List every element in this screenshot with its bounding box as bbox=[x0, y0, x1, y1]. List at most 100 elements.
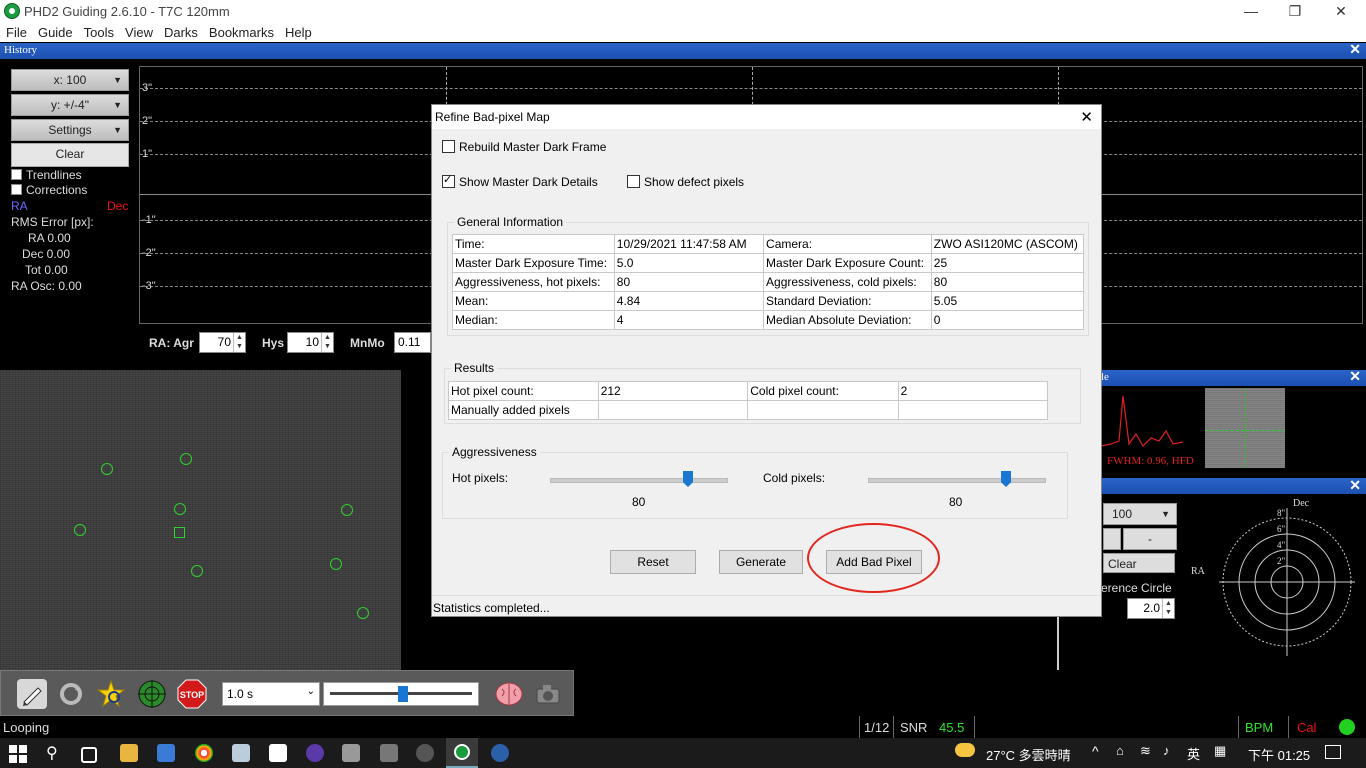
camera-settings-icon[interactable] bbox=[533, 679, 563, 709]
rebuild-master-dark-checkbox[interactable]: Rebuild Master Dark Frame bbox=[442, 140, 606, 154]
exposure-dropdown[interactable]: 1.0 s ⌄ bbox=[222, 682, 320, 706]
file-explorer-icon[interactable] bbox=[120, 744, 138, 762]
maximize-button[interactable]: ❐ bbox=[1272, 0, 1318, 22]
ref-circle-input[interactable]: 2.0 ▲ ▼ bbox=[1127, 598, 1175, 619]
show-defect-pixels-checkbox[interactable]: Show defect pixels bbox=[627, 175, 744, 189]
telescope-app-icon[interactable] bbox=[342, 744, 360, 762]
mnmo-input[interactable]: 0.11 bbox=[394, 332, 431, 353]
menu-tools[interactable]: Tools bbox=[78, 22, 119, 40]
target-clear-button[interactable]: Clear bbox=[1103, 553, 1175, 573]
divider bbox=[1288, 716, 1289, 738]
menu-darks[interactable]: Darks bbox=[158, 22, 203, 40]
y-scale-dropdown[interactable]: y: +/-4" ▼ bbox=[11, 94, 129, 116]
ra-agr-input[interactable]: 70 ▲ ▼ bbox=[199, 332, 246, 353]
status-bar: Looping 1/12 SNR 45.5 BPM Cal bbox=[0, 716, 1366, 738]
network-icon[interactable]: ⌂ bbox=[1116, 743, 1124, 758]
frame-counter: 1/12 bbox=[864, 720, 890, 735]
show-master-dark-details-checkbox[interactable]: Show Master Dark Details bbox=[442, 173, 598, 189]
chevron-up-icon[interactable]: ^ bbox=[1092, 743, 1099, 759]
trendlines-checkbox[interactable]: Trendlines bbox=[11, 168, 82, 182]
notepad-icon[interactable] bbox=[232, 744, 250, 762]
stop-icon[interactable]: STOP bbox=[177, 679, 207, 709]
auto-select-star-icon[interactable] bbox=[96, 679, 126, 709]
chevron-down-icon: ▼ bbox=[1161, 509, 1170, 519]
hot-pixels-slider-track[interactable] bbox=[550, 478, 728, 483]
cold-pixels-value: 80 bbox=[949, 495, 963, 509]
table-cell: 10/29/2021 11:47:58 AM bbox=[613, 234, 765, 254]
zoom-minus-button[interactable]: - bbox=[1123, 528, 1177, 550]
reference-circle-checkbox-label: erence Circle bbox=[1101, 581, 1172, 595]
spin-arrows-icon[interactable]: ▲ ▼ bbox=[1162, 599, 1174, 618]
weather-text[interactable]: 27°C 多雲時晴 bbox=[986, 745, 1071, 764]
close-window-button[interactable]: ✕ bbox=[1318, 0, 1364, 22]
corrections-checkbox[interactable]: Corrections bbox=[11, 183, 87, 197]
hys-input[interactable]: 10 ▲ ▼ bbox=[287, 332, 334, 353]
crosshair bbox=[1205, 430, 1285, 431]
clock[interactable]: 下午 01:25 bbox=[1248, 745, 1310, 764]
hot-pixels-label: Hot pixels: bbox=[452, 471, 509, 485]
cold-pixels-slider-track[interactable] bbox=[868, 478, 1046, 483]
app-icon[interactable] bbox=[491, 744, 509, 762]
exposure-value: 1.0 s bbox=[227, 687, 254, 701]
chrome-icon[interactable] bbox=[195, 744, 213, 762]
x-scale-dropdown[interactable]: x: 100 ▼ bbox=[11, 69, 129, 91]
connect-gear-icon[interactable] bbox=[17, 679, 47, 709]
guide-icon[interactable] bbox=[137, 679, 167, 709]
star-marker bbox=[330, 558, 342, 570]
table-cell: 2 bbox=[897, 381, 1049, 401]
menu-file[interactable]: File bbox=[0, 22, 32, 40]
notification-icon[interactable] bbox=[1325, 745, 1341, 759]
slider-thumb[interactable] bbox=[398, 686, 408, 702]
dialog-title: Refine Bad-pixel Map bbox=[435, 110, 550, 124]
search-icon[interactable]: ⚲ bbox=[46, 743, 58, 763]
history-close-icon[interactable]: ✕ bbox=[1349, 42, 1361, 59]
ra-legend: RA bbox=[11, 199, 28, 213]
phd2-taskbar-button[interactable] bbox=[446, 738, 478, 768]
reset-button[interactable]: Reset bbox=[610, 550, 696, 574]
history-title-text: History bbox=[4, 44, 37, 56]
dialog-close-icon[interactable]: ✕ bbox=[1080, 108, 1093, 126]
menu-help[interactable]: Help bbox=[279, 22, 317, 40]
spin-arrows-icon[interactable]: ▲ ▼ bbox=[321, 333, 333, 352]
app-icon[interactable] bbox=[269, 744, 287, 762]
spin-arrows-icon[interactable]: ▲ ▼ bbox=[233, 333, 245, 352]
target-plot bbox=[1219, 508, 1355, 656]
app-icon[interactable] bbox=[157, 744, 175, 762]
wifi-icon[interactable]: ≋ bbox=[1140, 743, 1151, 759]
results-label: Results bbox=[451, 361, 498, 375]
target-scale-dropdown[interactable]: 100 ▼ bbox=[1103, 503, 1177, 525]
menu-guide[interactable]: Guide bbox=[32, 22, 78, 40]
settings-dropdown[interactable]: Settings ▼ bbox=[11, 119, 129, 141]
history-clear-button[interactable]: Clear bbox=[11, 143, 129, 167]
divider bbox=[1238, 716, 1239, 738]
windows-start-icon[interactable] bbox=[9, 745, 27, 763]
target-close-icon[interactable]: ✕ bbox=[1349, 477, 1361, 494]
generate-button[interactable]: Generate bbox=[719, 550, 803, 574]
ime-indicator[interactable]: 英 bbox=[1187, 744, 1200, 763]
crosshair bbox=[1245, 388, 1246, 468]
bpm-indicator: BPM bbox=[1245, 720, 1274, 735]
gamma-slider[interactable] bbox=[323, 682, 479, 706]
profile-close-icon[interactable]: ✕ bbox=[1349, 369, 1361, 386]
camera-image-view[interactable] bbox=[0, 370, 401, 670]
stellarium-icon[interactable] bbox=[306, 744, 324, 762]
ime-mode-icon[interactable]: ▦ bbox=[1214, 743, 1226, 759]
menu-bookmarks[interactable]: Bookmarks bbox=[203, 22, 279, 40]
app-icon[interactable] bbox=[416, 744, 434, 762]
loop-icon[interactable] bbox=[56, 679, 86, 709]
volume-icon[interactable]: ♪ bbox=[1163, 743, 1170, 758]
table-cell: Aggressiveness, hot pixels: bbox=[452, 272, 615, 292]
task-view-icon[interactable] bbox=[81, 747, 97, 763]
rebuild-label: Rebuild Master Dark Frame bbox=[459, 140, 607, 154]
dec-legend: Dec bbox=[107, 199, 129, 213]
zoom-plus-button[interactable] bbox=[1103, 528, 1121, 550]
refine-bad-pixel-dialog: Refine Bad-pixel Map ✕ Rebuild Master Da… bbox=[431, 104, 1102, 617]
telescope-app-icon[interactable] bbox=[380, 744, 398, 762]
menu-view[interactable]: View bbox=[119, 22, 158, 40]
mnmo-value: 0.11 bbox=[398, 335, 421, 349]
aggressiveness-label: Aggressiveness bbox=[449, 445, 540, 459]
star-marker bbox=[357, 607, 369, 619]
brain-icon[interactable] bbox=[494, 679, 524, 709]
minimize-button[interactable]: — bbox=[1228, 0, 1274, 22]
ring-label: 8" bbox=[1277, 508, 1286, 518]
